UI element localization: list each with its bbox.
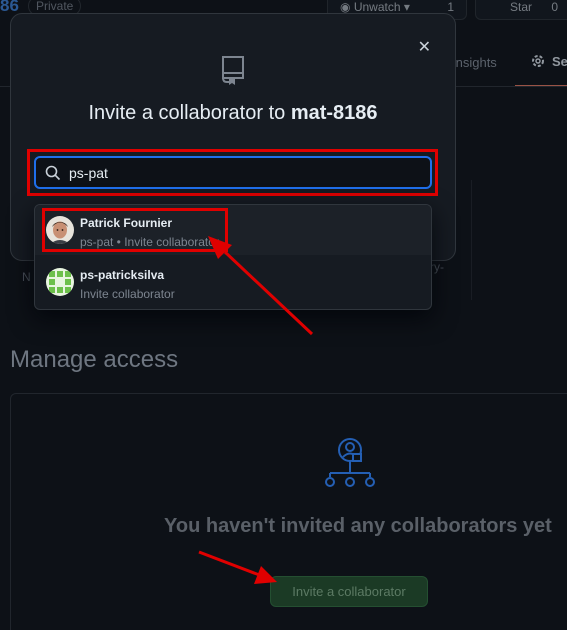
dialog-title-text: Invite a collaborator to	[88, 102, 286, 124]
tab-settings[interactable]: Se	[530, 53, 567, 69]
invite-collaborator-button[interactable]: Invite a collaborator	[270, 576, 428, 607]
star-count: 0	[551, 0, 558, 14]
background-text: ry-	[430, 260, 444, 274]
search-highlight-box	[27, 149, 438, 196]
result-highlight-box	[42, 208, 228, 252]
dialog-title: Invite a collaborator to mat-8186	[11, 102, 455, 125]
tab-settings-label: Se	[552, 53, 567, 69]
result-name: ps-patricksilva	[80, 268, 165, 282]
manage-access-title: Manage access	[10, 346, 179, 373]
star-button[interactable]: Star 0	[475, 0, 567, 20]
result-item-ps-patricksilva[interactable]: ps-patricksilva Invite collaborator	[35, 257, 431, 307]
unwatch-label: Unwatch	[353, 0, 401, 14]
close-icon[interactable]: ✕	[418, 40, 431, 56]
empty-state-message: You haven't invited any collaborators ye…	[164, 515, 552, 537]
star-label: Star	[510, 0, 533, 14]
tab-insights[interactable]: Insights	[452, 55, 497, 70]
collaborators-icon	[325, 438, 375, 487]
eye-icon: ◉	[340, 0, 354, 14]
result-subtitle: Invite collaborator	[80, 287, 175, 301]
identicon-avatar	[46, 268, 74, 296]
dialog-repo-name: mat-8186	[290, 102, 378, 124]
background-text: N	[22, 270, 31, 284]
gear-icon	[532, 55, 544, 67]
repo-icon	[220, 54, 246, 91]
